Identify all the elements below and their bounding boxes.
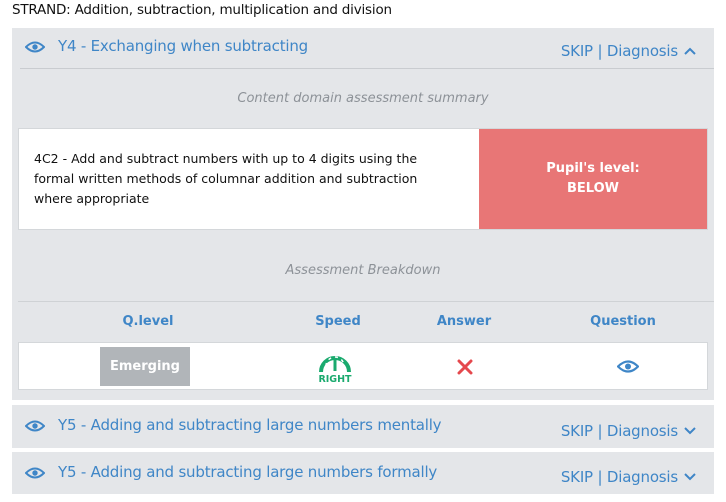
summary-heading: Content domain assessment summary [237, 91, 489, 106]
cross-icon [457, 359, 473, 375]
section-action[interactable]: SKIP | Diagnosis [561, 422, 696, 440]
eye-icon[interactable] [25, 420, 45, 432]
skip-diagnosis-link[interactable]: SKIP | Diagnosis [561, 42, 678, 60]
section-action[interactable]: SKIP | Diagnosis [561, 42, 696, 60]
summary-card: 4C2 - Add and subtract numbers with up t… [18, 128, 708, 230]
section-action[interactable]: SKIP | Diagnosis [561, 468, 696, 486]
column-speed: Speed [315, 314, 361, 329]
breakdown-table-header: Q.level Speed Answer Question [18, 301, 714, 342]
objective-text: 4C2 - Add and subtract numbers with up t… [34, 151, 418, 206]
section-panel-collapsed[interactable]: Y5 - Adding and subtracting large number… [12, 405, 714, 448]
q-level-badge: Emerging [100, 347, 190, 386]
header-divider [20, 68, 714, 69]
section-title[interactable]: Y5 - Adding and subtracting large number… [58, 463, 437, 481]
column-answer: Answer [436, 314, 492, 329]
eye-icon[interactable] [25, 41, 45, 53]
speedometer-icon [319, 356, 351, 373]
section-panel-open: Y4 - Exchanging when subtracting SKIP | … [12, 28, 714, 400]
breakdown-heading: Assessment Breakdown [285, 263, 441, 278]
pupil-level-label: Pupil's level: [546, 161, 640, 176]
table-row: Emerging RIGHT [18, 342, 708, 390]
chevron-down-icon[interactable] [684, 427, 696, 435]
strand-title: STRAND: Addition, subtraction, multiplic… [12, 2, 392, 18]
chevron-up-icon[interactable] [684, 47, 696, 55]
section-panel-collapsed[interactable]: Y5 - Adding and subtracting large number… [12, 452, 714, 494]
skip-diagnosis-link[interactable]: SKIP | Diagnosis [561, 422, 678, 440]
section-title[interactable]: Y4 - Exchanging when subtracting [58, 37, 308, 55]
eye-icon[interactable] [25, 467, 45, 479]
speed-label: RIGHT [318, 374, 352, 385]
column-question: Question [590, 314, 656, 329]
section-title[interactable]: Y5 - Adding and subtracting large number… [58, 416, 442, 434]
speed-indicator: RIGHT [315, 347, 355, 387]
chevron-down-icon[interactable] [684, 473, 696, 481]
column-q-level: Q.level [122, 314, 174, 329]
pupil-level-box: Pupil's level: BELOW [479, 129, 707, 229]
eye-icon[interactable] [617, 360, 639, 373]
pupil-level-value: BELOW [567, 181, 619, 196]
skip-diagnosis-link[interactable]: SKIP | Diagnosis [561, 468, 678, 486]
